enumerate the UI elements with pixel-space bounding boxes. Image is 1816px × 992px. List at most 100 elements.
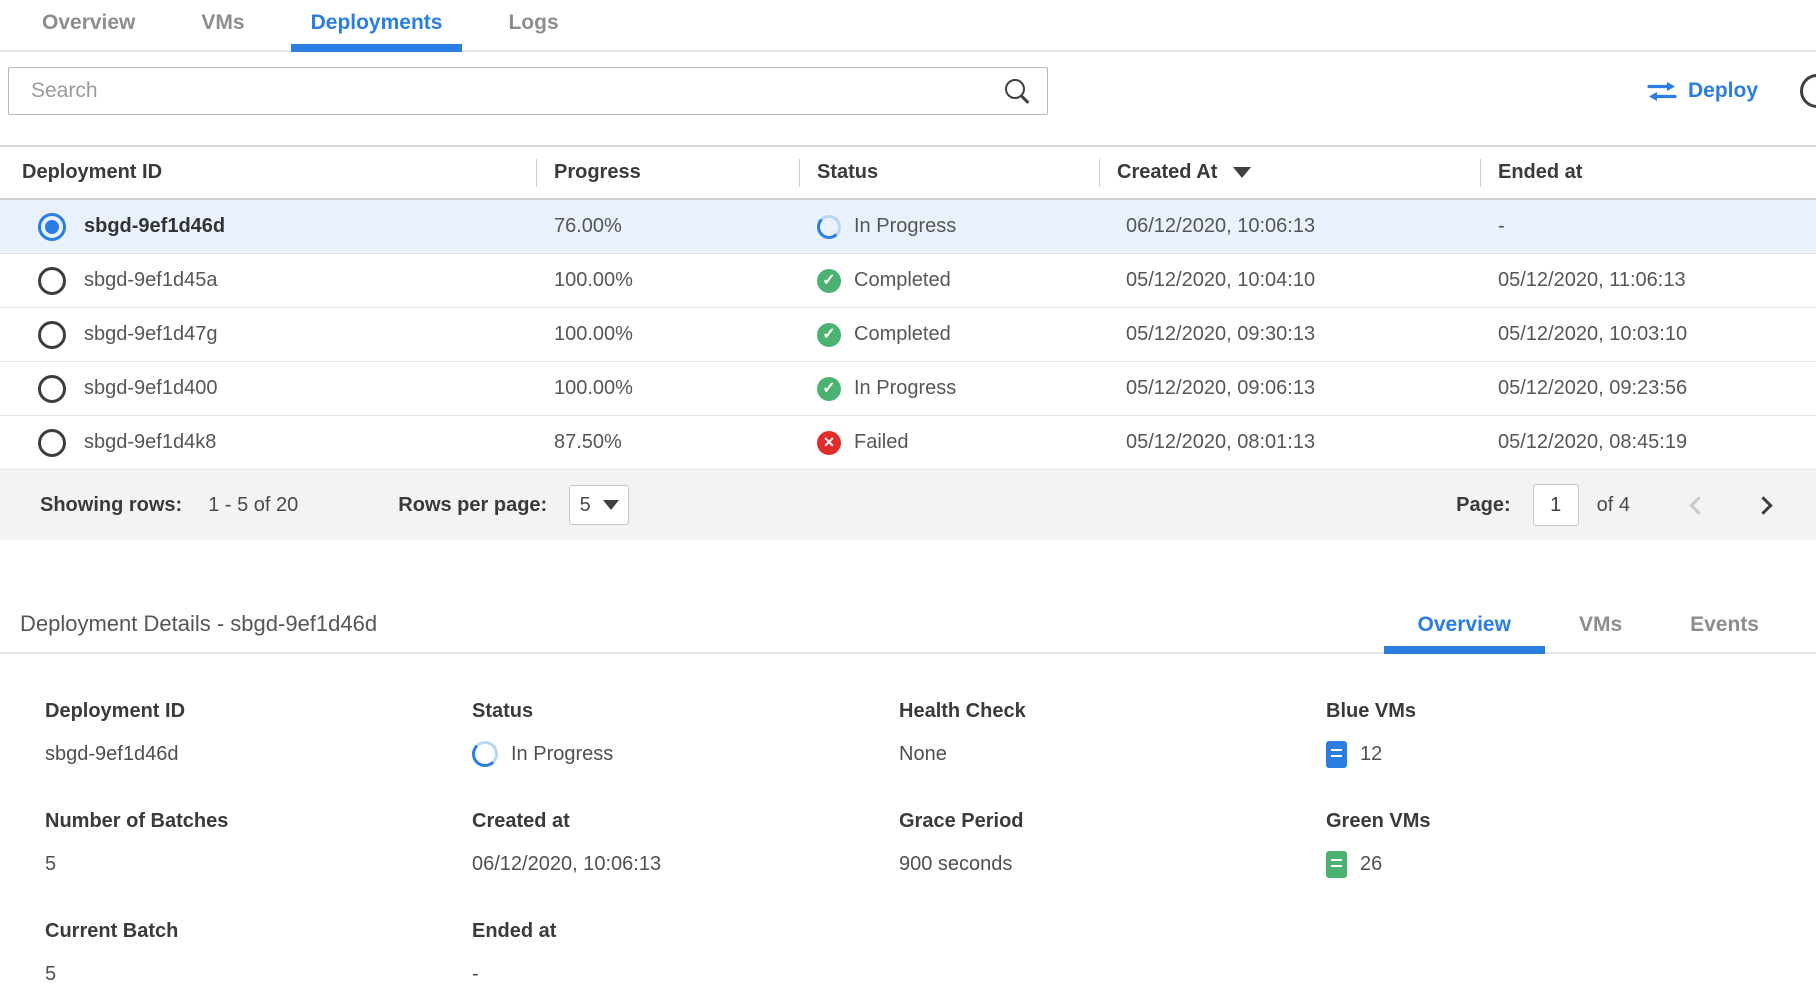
cell-deployment-id: sbgd-9ef1d45a [0, 267, 536, 295]
column-divider [1480, 159, 1481, 187]
cell-progress: 100.00% [536, 323, 799, 346]
cell-created-at: 05/12/2020, 10:04:10 [1099, 269, 1480, 292]
rows-per-page-label: Rows per page: [398, 494, 547, 517]
deploy-button[interactable]: Deploy [1647, 79, 1758, 103]
status-label: Completed [854, 323, 951, 346]
showing-rows-label: Showing rows: [40, 494, 182, 517]
cell-progress: 100.00% [536, 269, 799, 292]
cell-status: Completed [799, 269, 1099, 293]
deployment-id: sbgd-9ef1d45a [84, 269, 217, 292]
status-icon [817, 215, 841, 239]
row-radio-button[interactable] [38, 213, 66, 241]
detail-deployment-id: Deployment ID sbgd-9ef1d46d [45, 700, 472, 768]
tab-vms[interactable]: VMs [181, 11, 264, 50]
column-header-ended-at[interactable]: Ended at [1480, 159, 1816, 187]
details-tab-bar: Overview VMs Events [1384, 613, 1793, 652]
details-tab-overview[interactable]: Overview [1384, 613, 1545, 652]
column-divider [799, 159, 800, 187]
cell-progress: 100.00% [536, 377, 799, 400]
table-row[interactable]: sbgd-9ef1d4k8 87.50% Failed 05/12/2020, … [0, 416, 1816, 470]
row-radio-button[interactable] [38, 429, 66, 457]
table-row[interactable]: sbgd-9ef1d47g 100.00% Completed 05/12/20… [0, 308, 1816, 362]
status-icon [817, 323, 841, 347]
details-grid: Deployment ID sbgd-9ef1d46d Status In Pr… [0, 654, 1816, 988]
deploy-button-label: Deploy [1688, 79, 1758, 103]
cell-status: Failed [799, 431, 1099, 455]
table-row[interactable]: sbgd-9ef1d400 100.00% In Progress 05/12/… [0, 362, 1816, 416]
details-tab-events[interactable]: Events [1656, 613, 1793, 652]
row-radio-button[interactable] [38, 321, 66, 349]
sort-desc-icon[interactable] [1233, 167, 1251, 178]
cell-deployment-id: sbgd-9ef1d400 [0, 375, 536, 403]
rows-per-page: Rows per page: 5 [398, 485, 629, 525]
dropdown-caret-icon [603, 500, 619, 510]
detail-green-vms: Green VMs 26 [1326, 810, 1753, 878]
details-header: Deployment Details - sbgd-9ef1d46d Overv… [0, 602, 1816, 654]
status-spinner-icon [472, 741, 498, 767]
detail-created-at: Created at 06/12/2020, 10:06:13 [472, 810, 899, 878]
cell-deployment-id: sbgd-9ef1d4k8 [0, 429, 536, 457]
column-header-progress[interactable]: Progress [536, 159, 799, 187]
cell-progress: 76.00% [536, 215, 799, 238]
tab-overview[interactable]: Overview [22, 11, 155, 50]
deployment-id: sbgd-9ef1d47g [84, 323, 217, 346]
refresh-icon[interactable] [1800, 74, 1816, 108]
table-row[interactable]: sbgd-9ef1d45a 100.00% Completed 05/12/20… [0, 254, 1816, 308]
column-divider [536, 159, 537, 187]
cell-ended-at: 05/12/2020, 11:06:13 [1480, 269, 1816, 292]
detail-number-of-batches: Number of Batches 5 [45, 810, 472, 878]
blue-vm-icon [1326, 741, 1347, 768]
cell-status: Completed [799, 323, 1099, 347]
tab-logs[interactable]: Logs [488, 11, 578, 50]
table-row[interactable]: sbgd-9ef1d46d 76.00% In Progress 06/12/2… [0, 200, 1816, 254]
row-radio-button[interactable] [38, 267, 66, 295]
cell-status: In Progress [799, 215, 1099, 239]
chevron-right-icon[interactable] [1754, 496, 1772, 514]
status-icon [817, 377, 841, 401]
search-icon[interactable] [1003, 77, 1031, 105]
pager: Page: of 4 [1456, 484, 1770, 526]
rows-per-page-select[interactable]: 5 [569, 485, 629, 525]
detail-grace-period: Grace Period 900 seconds [899, 810, 1326, 878]
chevron-left-icon[interactable] [1689, 496, 1707, 514]
status-label: Failed [854, 431, 908, 454]
detail-health-check: Health Check None [899, 700, 1326, 768]
green-vm-icon [1326, 851, 1347, 878]
column-header-deployment-id[interactable]: Deployment ID [0, 161, 536, 184]
cell-status: In Progress [799, 377, 1099, 401]
tab-deployments[interactable]: Deployments [291, 11, 463, 50]
cell-deployment-id: sbgd-9ef1d47g [0, 321, 536, 349]
column-divider [1099, 159, 1100, 187]
cell-ended-at: - [1480, 215, 1816, 238]
column-header-status[interactable]: Status [799, 159, 1099, 187]
swap-horizontal-icon [1647, 81, 1677, 102]
cell-deployment-id: sbgd-9ef1d46d [0, 213, 536, 241]
search-box [8, 67, 1048, 115]
cell-created-at: 05/12/2020, 09:30:13 [1099, 323, 1480, 346]
search-input[interactable] [31, 79, 1003, 103]
row-radio-button[interactable] [38, 375, 66, 403]
status-label: Completed [854, 269, 951, 292]
table-header: Deployment ID Progress Status Created At… [0, 145, 1816, 200]
details-tab-vms[interactable]: VMs [1545, 613, 1656, 652]
deployment-id: sbgd-9ef1d4k8 [84, 431, 216, 454]
deployment-id: sbgd-9ef1d400 [84, 377, 217, 400]
cell-created-at: 06/12/2020, 10:06:13 [1099, 215, 1480, 238]
page-total: of 4 [1597, 494, 1630, 517]
detail-status: Status In Progress [472, 700, 899, 768]
page-label: Page: [1456, 494, 1510, 517]
details-title: Deployment Details - sbgd-9ef1d46d [20, 611, 377, 652]
status-icon [817, 269, 841, 293]
page-tab-bar: Overview VMs Deployments Logs [0, 0, 1816, 52]
cell-ended-at: 05/12/2020, 09:23:56 [1480, 377, 1816, 400]
cell-ended-at: 05/12/2020, 10:03:10 [1480, 323, 1816, 346]
cell-progress: 87.50% [536, 431, 799, 454]
detail-blue-vms: Blue VMs 12 [1326, 700, 1753, 768]
rows-per-page-value: 5 [580, 494, 591, 517]
cell-ended-at: 05/12/2020, 08:45:19 [1480, 431, 1816, 454]
page-number-input[interactable] [1533, 484, 1579, 526]
status-label: In Progress [854, 377, 956, 400]
status-label: In Progress [854, 215, 956, 238]
status-icon [817, 431, 841, 455]
column-header-created-at[interactable]: Created At [1099, 159, 1480, 187]
